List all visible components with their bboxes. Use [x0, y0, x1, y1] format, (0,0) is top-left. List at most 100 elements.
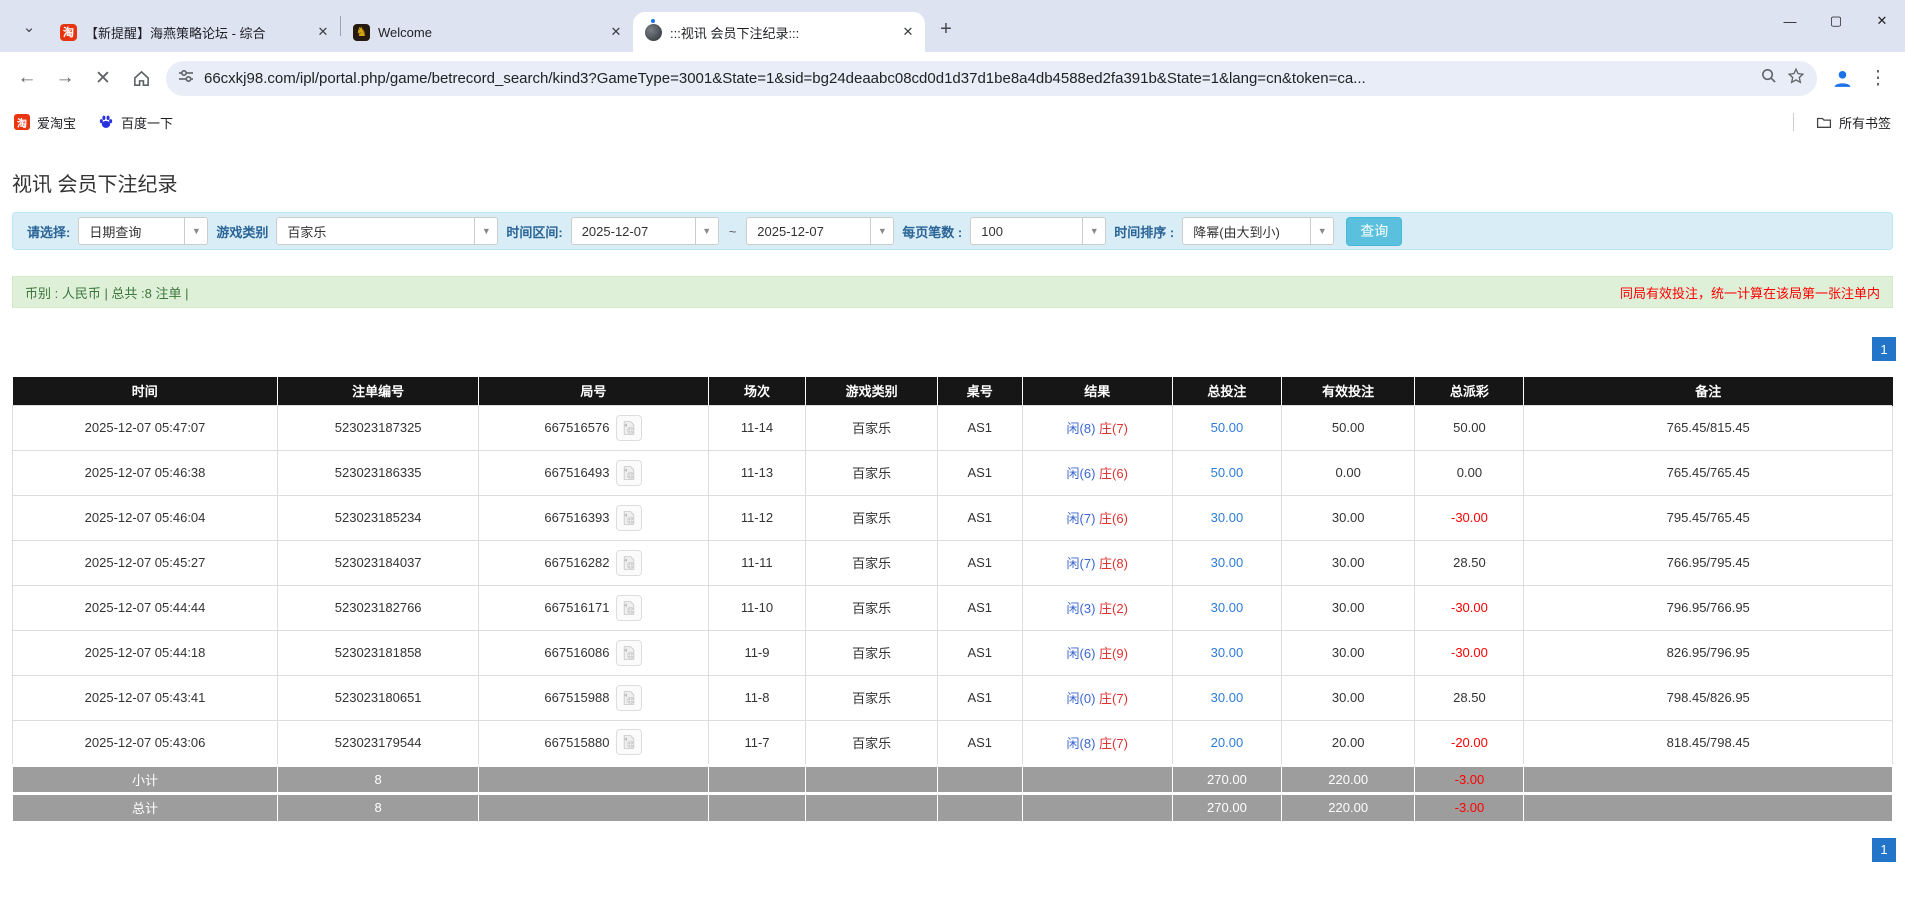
cell-total-bet: 30.00: [1172, 675, 1281, 720]
cell-total-bet: 30.00: [1172, 630, 1281, 675]
page-number-button[interactable]: 1: [1872, 838, 1896, 862]
round-number: 667515988: [544, 690, 609, 705]
sum-payout: -3.00: [1415, 765, 1524, 793]
sum-remark: [1524, 765, 1893, 793]
menu-kebab-icon[interactable]: ⋮: [1861, 61, 1895, 95]
maximize-button[interactable]: ▢: [1813, 0, 1859, 42]
result-banker: 庄(7): [1099, 421, 1128, 436]
cell-time: 2025-12-07 05:46:38: [13, 450, 278, 495]
video-replay-icon[interactable]: [616, 729, 642, 755]
tab-search-chevron-icon[interactable]: ⌄: [12, 10, 46, 44]
sum-empty-cell: [479, 765, 708, 793]
video-replay-icon[interactable]: [616, 640, 642, 666]
table-row: 2025-12-07 05:46:38523023186335667516493…: [13, 450, 1893, 495]
cell-valid-bet: 30.00: [1281, 495, 1414, 540]
cell-valid-bet: 30.00: [1281, 675, 1414, 720]
total-bet-link[interactable]: 30.00: [1211, 510, 1244, 525]
cell-game-type: 百家乐: [806, 675, 938, 720]
url-bar[interactable]: 66cxkj98.com/ipl/portal.php/game/betreco…: [166, 61, 1817, 96]
profile-avatar-icon[interactable]: [1825, 61, 1859, 95]
date-separator: ~: [727, 224, 739, 239]
zoom-icon[interactable]: [1760, 67, 1777, 89]
cell-game-type: 百家乐: [806, 630, 938, 675]
chevron-down-icon: ▼: [695, 218, 718, 244]
cell-bet-id: 523023181858: [278, 630, 479, 675]
cell-remark: 765.45/765.45: [1524, 450, 1893, 495]
stop-loading-icon[interactable]: ✕: [86, 61, 120, 95]
minimize-button[interactable]: —: [1767, 0, 1813, 42]
site-settings-icon[interactable]: [178, 68, 194, 89]
close-window-button[interactable]: ✕: [1859, 0, 1905, 42]
back-icon[interactable]: ←: [10, 61, 44, 95]
cell-remark: 818.45/798.45: [1524, 720, 1893, 765]
total-bet-link[interactable]: 20.00: [1211, 735, 1244, 750]
table-row: 2025-12-07 05:44:44523023182766667516171…: [13, 585, 1893, 630]
tab-welcome[interactable]: ♞ Welcome ✕: [341, 12, 633, 52]
date-to-select[interactable]: 2025-12-07▼: [746, 217, 894, 245]
cell-round-id: 667516576: [479, 405, 708, 450]
home-icon[interactable]: [124, 61, 158, 95]
forward-icon[interactable]: →: [48, 61, 82, 95]
chevron-down-icon: ▼: [474, 218, 497, 244]
bookmarks-bar: 淘 爱淘宝 百度一下 所有书签: [0, 104, 1905, 140]
tab-close-icon[interactable]: ✕: [899, 23, 917, 41]
tab-close-icon[interactable]: ✕: [314, 23, 332, 41]
cell-total-bet: 30.00: [1172, 495, 1281, 540]
sort-order-select[interactable]: 降幂(由大到小)▼: [1182, 217, 1334, 245]
new-tab-button[interactable]: +: [931, 14, 961, 44]
video-replay-icon[interactable]: [616, 550, 642, 576]
video-replay-icon[interactable]: [616, 460, 642, 486]
total-bet-link[interactable]: 30.00: [1211, 690, 1244, 705]
cell-table-no: AS1: [937, 720, 1022, 765]
bookmark-label: 爱淘宝: [37, 113, 76, 132]
bookmark-label: 百度一下: [121, 113, 173, 132]
search-button[interactable]: 查询: [1346, 217, 1402, 246]
cell-result: 闲(7) 庄(8): [1022, 540, 1172, 585]
total-bet-link[interactable]: 50.00: [1211, 465, 1244, 480]
tab-bet-record[interactable]: :::视讯 会员下注纪录::: ✕: [633, 12, 925, 52]
cell-session: 11-11: [708, 540, 806, 585]
cell-bet-id: 523023185234: [278, 495, 479, 540]
forum-favicon-icon: 淘: [60, 24, 77, 41]
cell-remark: 766.95/795.45: [1524, 540, 1893, 585]
cell-game-type: 百家乐: [806, 585, 938, 630]
total-bet-link[interactable]: 30.00: [1211, 555, 1244, 570]
total-bet-link[interactable]: 30.00: [1211, 645, 1244, 660]
all-bookmarks-button[interactable]: 所有书签: [1816, 113, 1891, 132]
date-from-select[interactable]: 2025-12-07▼: [571, 217, 719, 245]
sum-empty-cell: [708, 793, 806, 821]
cell-game-type: 百家乐: [806, 540, 938, 585]
video-replay-icon[interactable]: [616, 685, 642, 711]
total-bet-link[interactable]: 30.00: [1211, 600, 1244, 615]
cell-total-bet: 30.00: [1172, 585, 1281, 630]
cell-table-no: AS1: [937, 630, 1022, 675]
total-row: 总计8270.00220.00-3.00: [13, 793, 1893, 821]
game-type-select[interactable]: 百家乐▼: [276, 217, 498, 245]
tab-forum[interactable]: 淘 【新提醒】海燕策略论坛 - 综合 ✕: [48, 12, 340, 52]
tab-close-icon[interactable]: ✕: [607, 23, 625, 41]
video-replay-icon[interactable]: [616, 505, 642, 531]
table-row: 2025-12-07 05:45:27523023184037667516282…: [13, 540, 1893, 585]
page-number-button[interactable]: 1: [1872, 337, 1896, 361]
chevron-down-icon: ▼: [870, 218, 893, 244]
video-replay-icon[interactable]: [616, 415, 642, 441]
cell-remark: 765.45/815.45: [1524, 405, 1893, 450]
cell-result: 闲(8) 庄(7): [1022, 405, 1172, 450]
table-row: 2025-12-07 05:43:41523023180651667515988…: [13, 675, 1893, 720]
page-size-select[interactable]: 100▼: [970, 217, 1106, 245]
chevron-down-icon: ▼: [1310, 218, 1333, 244]
cell-result: 闲(6) 庄(9): [1022, 630, 1172, 675]
cell-result: 闲(6) 庄(6): [1022, 450, 1172, 495]
cell-total-bet: 50.00: [1172, 450, 1281, 495]
cell-bet-id: 523023180651: [278, 675, 479, 720]
date-range-label: 时间区间:: [506, 222, 562, 241]
bookmark-aitaobao[interactable]: 淘 爱淘宝: [14, 113, 76, 132]
video-replay-icon[interactable]: [616, 595, 642, 621]
sum-payout: -3.00: [1415, 793, 1524, 821]
bookmarks-divider: [1793, 113, 1794, 131]
total-bet-link[interactable]: 50.00: [1211, 420, 1244, 435]
bookmark-star-icon[interactable]: [1787, 67, 1805, 90]
url-text[interactable]: 66cxkj98.com/ipl/portal.php/game/betreco…: [204, 70, 1750, 87]
query-type-select[interactable]: 日期查询▼: [78, 217, 208, 245]
bookmark-baidu[interactable]: 百度一下: [98, 113, 173, 132]
